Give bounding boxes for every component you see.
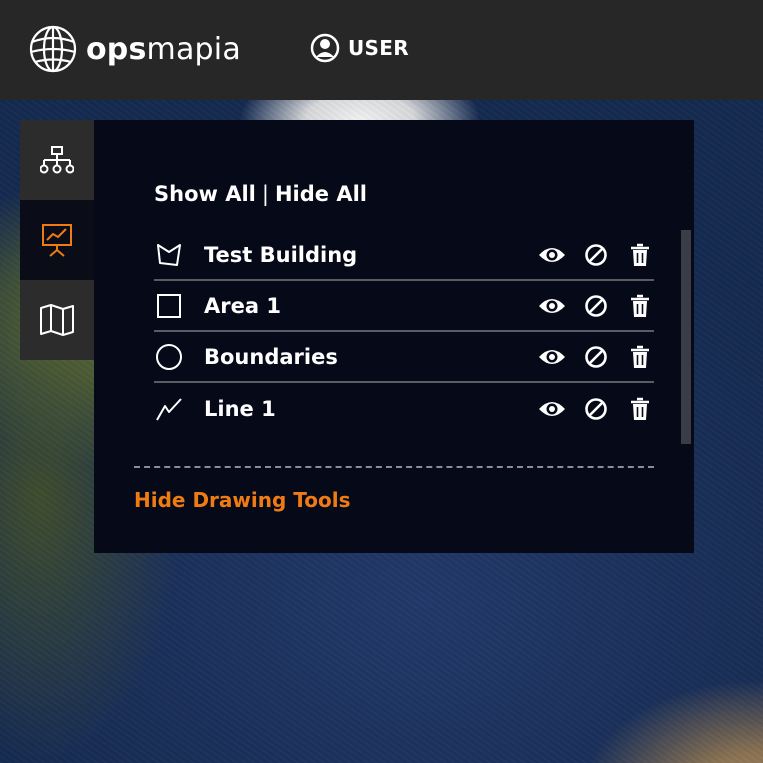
trash-icon[interactable]	[626, 292, 654, 320]
item-label: Line 1	[204, 396, 276, 421]
disable-icon[interactable]	[582, 292, 610, 320]
item-label: Test Building	[204, 242, 358, 267]
tab-maps[interactable]	[20, 280, 94, 360]
presentation-chart-icon	[42, 224, 72, 257]
logo-text: opsmapia	[86, 31, 241, 67]
item-label: Boundaries	[204, 344, 338, 369]
drawing-list: Test Building Area 1 Boundaries Line 1	[154, 230, 654, 434]
circle-icon	[154, 342, 184, 372]
user-avatar-icon	[310, 33, 340, 63]
list-item[interactable]: Boundaries	[154, 332, 654, 383]
hide-all-link[interactable]: Hide All	[275, 182, 367, 206]
disable-icon[interactable]	[582, 241, 610, 269]
tab-hierarchy[interactable]	[20, 120, 94, 200]
list-item[interactable]: Test Building	[154, 230, 654, 281]
trash-icon[interactable]	[626, 395, 654, 423]
list-item[interactable]: Area 1	[154, 281, 654, 332]
eye-icon[interactable]	[538, 343, 566, 371]
disable-icon[interactable]	[582, 395, 610, 423]
folded-map-icon	[40, 304, 74, 336]
top-bar: opsmapia USER	[0, 0, 763, 100]
disable-icon[interactable]	[582, 343, 610, 371]
trash-icon[interactable]	[626, 343, 654, 371]
eye-icon[interactable]	[538, 292, 566, 320]
sitemap-icon	[40, 146, 74, 174]
hide-drawing-tools-link[interactable]: Hide Drawing Tools	[134, 488, 350, 512]
row-actions	[522, 230, 654, 279]
drawings-panel: Show All | Hide All Test Building Area 1…	[94, 120, 694, 553]
divider	[134, 466, 654, 468]
row-actions	[522, 383, 654, 434]
row-actions	[522, 332, 654, 381]
item-label: Area 1	[204, 293, 281, 318]
scrollbar[interactable]	[681, 230, 691, 444]
globe-icon	[29, 25, 77, 73]
list-item[interactable]: Line 1	[154, 383, 654, 434]
square-icon	[154, 291, 184, 321]
show-all-link[interactable]: Show All	[154, 182, 256, 206]
user-menu[interactable]: USER	[310, 33, 409, 63]
polyline-icon	[154, 394, 184, 424]
user-label: USER	[348, 36, 409, 60]
eye-icon[interactable]	[538, 241, 566, 269]
eye-icon[interactable]	[538, 395, 566, 423]
tab-drawings[interactable]	[20, 200, 94, 280]
polygon-icon	[154, 240, 184, 270]
trash-icon[interactable]	[626, 241, 654, 269]
logo[interactable]: opsmapia	[26, 22, 241, 76]
row-actions	[522, 281, 654, 330]
separator: |	[261, 182, 269, 206]
show-hide-controls: Show All | Hide All	[154, 182, 367, 206]
